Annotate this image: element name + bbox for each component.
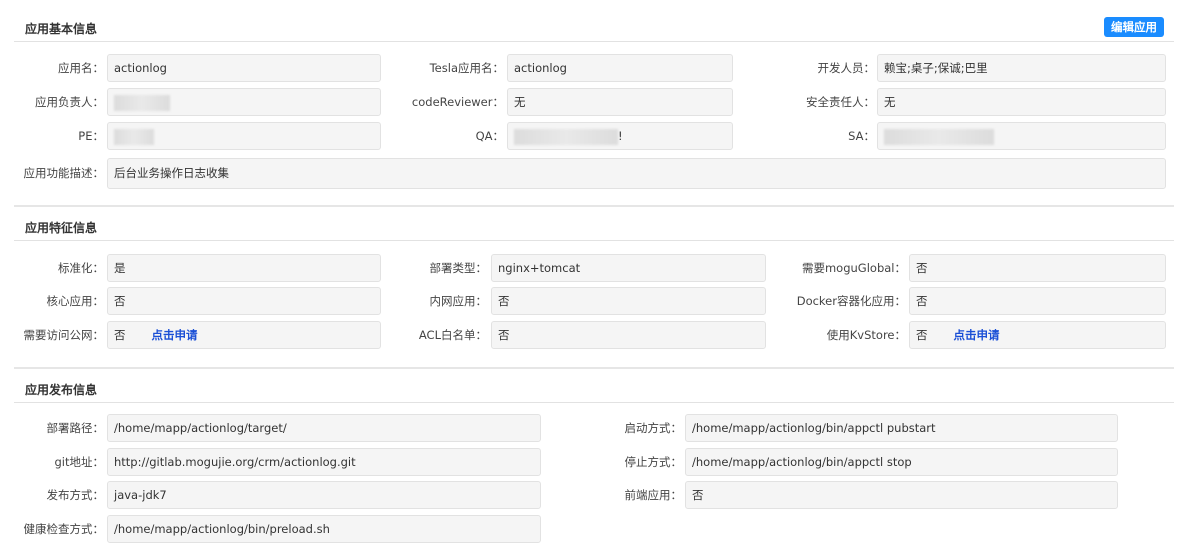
developers-field: 赖宝;桌子;保诚;巴里 [877,54,1166,82]
deploy-path-label: 部署路径： [46,421,105,435]
deploy-path-field: /home/mapp/actionlog/target/ [107,414,541,442]
redacted-value [514,128,618,145]
features-title: 应用特征信息 [25,221,98,235]
git-url-label: git地址： [54,455,104,469]
git-url-field: http://gitlab.mogujie.org/crm/actionlog.… [107,448,541,476]
description-label: 应用功能描述： [23,166,105,180]
stop-method-label: 停止方式： [624,455,683,469]
owner-field [107,88,381,116]
app-name-field: actionlog [107,54,381,82]
intranet-app-field: 否 [491,287,766,315]
edit-app-button[interactable]: 编辑应用 [1104,17,1164,37]
tesla-name-field: actionlog [507,54,733,82]
docker-label: Docker容器化应用： [796,294,906,308]
section-divider [14,367,1174,369]
section-divider [14,205,1174,207]
stop-method-field: /home/mapp/actionlog/bin/appctl stop [685,448,1118,476]
standardized-label: 标准化： [58,261,104,275]
owner-label: 应用负责人： [35,95,104,109]
divider [14,402,1174,403]
frontend-app-label: 前端应用： [624,488,683,502]
developers-label: 开发人员： [817,61,876,75]
mogu-global-field: 否 [909,254,1166,282]
divider [14,41,1174,42]
health-check-field: /home/mapp/actionlog/bin/preload.sh [107,515,541,543]
qa-label: QA： [475,129,504,143]
qa-suffix: ! [618,129,623,143]
redacted-value [114,128,154,145]
security-owner-field: 无 [877,88,1166,116]
public-network-field: 否 点击申请 [107,321,381,349]
release-title: 应用发布信息 [25,383,98,397]
redacted-value [114,94,170,111]
pe-field [107,122,381,150]
tesla-name-label: Tesla应用名： [429,61,504,75]
release-method-field: java-jdk7 [107,481,541,509]
acl-label: ACL白名单： [418,328,487,342]
docker-field: 否 [909,287,1166,315]
kvstore-value: 否 [916,328,928,342]
intranet-app-label: 内网应用： [429,294,488,308]
sa-label: SA： [848,129,875,143]
apply-kvstore-link[interactable]: 点击申请 [954,328,1000,342]
acl-field: 否 [491,321,766,349]
health-check-label: 健康检查方式： [23,522,105,536]
description-field: 后台业务操作日志收集 [107,158,1166,189]
pe-label: PE： [78,129,104,143]
redacted-value [884,128,994,145]
start-method-label: 启动方式： [624,421,683,435]
deploy-type-label: 部署类型： [429,261,488,275]
standardized-field: 是 [107,254,381,282]
qa-field: ! [507,122,733,150]
divider [14,240,1174,241]
release-method-label: 发布方式： [46,488,105,502]
kvstore-field: 否 点击申请 [909,321,1166,349]
deploy-type-field: nginx+tomcat [491,254,766,282]
apply-public-network-link[interactable]: 点击申请 [152,328,198,342]
public-network-label: 需要访问公网： [23,328,105,342]
public-network-value: 否 [114,328,126,342]
sa-field [877,122,1166,150]
code-reviewer-field: 无 [507,88,733,116]
app-name-label: 应用名： [58,61,104,75]
kvstore-label: 使用KvStore： [826,328,906,342]
start-method-field: /home/mapp/actionlog/bin/appctl pubstart [685,414,1118,442]
security-owner-label: 安全责任人： [806,95,875,109]
code-reviewer-label: codeReviewer： [411,95,504,109]
core-app-label: 核心应用： [46,294,105,308]
core-app-field: 否 [107,287,381,315]
basic-info-title: 应用基本信息 [25,22,98,36]
mogu-global-label: 需要moguGlobal： [801,261,906,275]
frontend-app-field: 否 [685,481,1118,509]
